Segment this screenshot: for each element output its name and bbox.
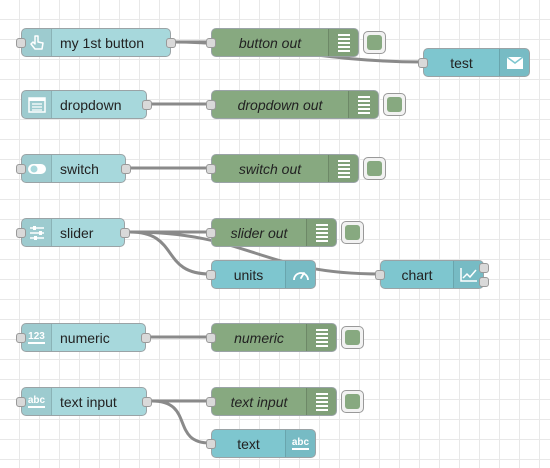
debug-list-icon [306, 324, 336, 351]
chart-node[interactable]: chart [375, 260, 489, 289]
node-label: button out [238, 34, 302, 51]
button-node[interactable]: my 1st button [16, 28, 176, 57]
output-port-1[interactable] [479, 263, 489, 273]
input-port[interactable] [206, 269, 216, 280]
node-label: text input [230, 393, 288, 410]
output-port-2[interactable] [479, 277, 489, 287]
units-node[interactable]: units [206, 260, 316, 289]
numeric-node[interactable]: 123 numeric [16, 323, 151, 352]
node-label: switch [60, 160, 99, 177]
input-port[interactable] [418, 57, 428, 68]
input-port[interactable] [375, 269, 385, 280]
slider-node[interactable]: slider [16, 218, 130, 247]
output-port[interactable] [142, 396, 152, 407]
numeric-icon: 123 [22, 324, 52, 351]
debug-toggle-button[interactable] [341, 326, 364, 349]
numeric-icon-text: 123 [28, 330, 45, 344]
output-port[interactable] [141, 332, 151, 343]
abc-icon-text: abc [27, 394, 46, 408]
debug-toggle-button[interactable] [341, 221, 364, 244]
test-node[interactable]: test [418, 48, 530, 77]
node-label: dropdown [60, 96, 122, 113]
node-label: units [233, 266, 264, 283]
node-label: switch out [238, 160, 302, 177]
input-port[interactable] [16, 396, 26, 407]
debug-list-icon [306, 388, 336, 415]
node-label: slider out [230, 224, 288, 241]
node-label: text [237, 435, 260, 452]
output-port[interactable] [121, 163, 131, 174]
text-node[interactable]: text abc [206, 429, 316, 458]
text-input-out-node[interactable]: text input [206, 387, 364, 416]
node-label: text input [60, 393, 117, 410]
debug-toggle-button[interactable] [363, 157, 386, 180]
toggle-icon [22, 155, 52, 182]
input-port[interactable] [206, 227, 216, 238]
wire-textinput-to-text [150, 399, 212, 445]
abc-icon: abc [285, 430, 315, 457]
debug-toggle-button[interactable] [363, 31, 386, 54]
text-input-node[interactable]: abc text input [16, 387, 152, 416]
abc-icon: abc [22, 388, 52, 415]
node-label: dropdown out [237, 96, 323, 113]
slider-out-node[interactable]: slider out [206, 218, 364, 247]
wire-slider-to-units [128, 230, 212, 276]
input-port[interactable] [16, 163, 26, 174]
input-port[interactable] [16, 227, 26, 238]
input-port[interactable] [206, 37, 216, 48]
input-port[interactable] [16, 37, 26, 48]
hand-pointer-icon [22, 29, 52, 56]
debug-list-icon [328, 29, 358, 56]
debug-toggle-button[interactable] [383, 93, 406, 116]
switch-out-node[interactable]: switch out [206, 154, 386, 183]
node-label: chart [401, 266, 433, 283]
button-out-node[interactable]: button out [206, 28, 386, 57]
input-port[interactable] [206, 438, 216, 449]
node-label: numeric [234, 329, 284, 346]
output-port[interactable] [166, 37, 176, 48]
debug-list-icon [348, 91, 378, 118]
dropdown-node[interactable]: dropdown [21, 90, 152, 119]
switch-node[interactable]: switch [16, 154, 131, 183]
input-port[interactable] [16, 332, 26, 343]
input-port[interactable] [206, 163, 216, 174]
input-port[interactable] [206, 332, 216, 343]
node-label: slider [60, 224, 94, 241]
debug-list-icon [328, 155, 358, 182]
input-port[interactable] [206, 396, 216, 407]
gauge-icon [285, 261, 315, 288]
node-label: numeric [60, 329, 110, 346]
abc-icon-text: abc [291, 436, 310, 450]
debug-toggle-button[interactable] [341, 390, 364, 413]
numeric-out-node[interactable]: numeric [206, 323, 364, 352]
dropdown-out-node[interactable]: dropdown out [206, 90, 406, 119]
debug-list-icon [306, 219, 336, 246]
envelope-icon [499, 49, 529, 76]
list-icon [22, 91, 52, 118]
input-port[interactable] [206, 99, 216, 110]
output-port[interactable] [142, 99, 152, 110]
node-label: test [450, 54, 473, 71]
sliders-icon [22, 219, 52, 246]
output-port[interactable] [120, 227, 130, 238]
node-label: my 1st button [60, 34, 145, 51]
